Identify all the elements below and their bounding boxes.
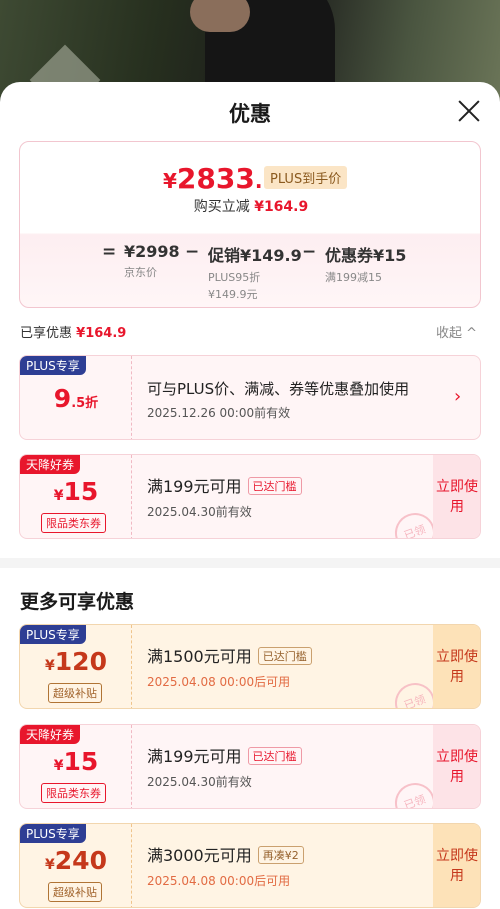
use-now-button[interactable]: 立即使用 [433,725,480,808]
card-validity: 2025.04.08 00:00后可用 [147,675,291,689]
final-price: ¥2833.1 [163,162,276,195]
close-icon[interactable] [456,98,482,124]
price-breakdown-box: ¥2833.1 PLUS到手价 购买立减 ¥164.9 = ¥2998 京东价 … [19,141,481,308]
coupon-type: 超级补贴 [48,683,102,703]
sheet-title: 优惠 [229,102,271,126]
chevron-right-icon[interactable]: › [454,386,461,407]
promo-price: 促销¥149.9 PLUS95折 ¥149.9元 [208,246,302,301]
coupon-card[interactable]: PLUS专享 ¥240 超级补贴 满3000元可用 再凑¥2 2025.04.08… [19,823,481,908]
reduce-line: 购买立减 ¥164.9 [193,199,309,215]
card-left: 天降好券 ¥15 限品类东券 [20,725,132,808]
threshold-badge: 已达门槛 [257,647,312,665]
threshold-badge: 已达门槛 [247,477,302,495]
coupon-type: 限品类东券 [41,513,106,533]
coupon-amount: ¥15 [53,747,99,776]
coupon-amount: ¥240 [45,846,107,875]
use-now-button[interactable]: 立即使用 [433,455,480,538]
card-left: PLUS专享 9.5折 [20,356,132,439]
coupon-card[interactable]: 天降好券 ¥15 限品类东券 满199元可用 已达门槛 2025.04.30前有效… [19,454,481,539]
coupon-amount: ¥120 [45,647,107,676]
coupon-price: 优惠券¥15 满199减15 [325,246,407,284]
coupon-type: 限品类东券 [41,783,106,803]
card-left: PLUS专享 ¥240 超级补贴 [20,824,132,907]
card-validity: 2025.12.26 00:00前有效 [147,406,291,420]
enjoyed-discount: 已享优惠 ¥164.9 [20,326,127,341]
threshold-badge: 再凑¥2 [257,846,304,864]
price-formula: = ¥2998 京东价 − 促销¥149.9 PLUS95折 ¥149.9元 −… [20,242,480,302]
card-left: PLUS专享 ¥120 超级补贴 [20,625,132,708]
coupon-amount: ¥15 [53,477,99,506]
plus-price-tag: PLUS到手价 [264,166,348,189]
coupon-card[interactable]: PLUS专享 ¥120 超级补贴 满1500元可用 已达门槛 2025.04.08… [19,624,481,709]
section-divider [0,558,500,568]
card-title: 满199元可用 已达门槛 [147,743,302,767]
card-validity: 2025.04.30前有效 [147,775,252,789]
discount-sheet: 优惠 ¥2833.1 PLUS到手价 购买立减 ¥164.9 = ¥2998 京… [0,82,500,909]
equals-sign: = [102,242,117,262]
coupon-tag: 天降好券 [20,725,81,744]
photo-face [190,0,250,32]
card-title: 可与PLUS价、满减、券等优惠叠加使用 [147,380,410,398]
coupon-card[interactable]: 天降好券 ¥15 限品类东券 满199元可用 已达门槛 2025.04.30前有效… [19,724,481,809]
card-title: 满3000元可用 再凑¥2 [147,842,304,866]
coupon-tag: 天降好券 [20,455,81,474]
coupon-type: 超级补贴 [48,882,102,902]
plus-tag: PLUS专享 [20,824,86,843]
discount-amount: 9.5折 [53,384,99,413]
plus-tag: PLUS专享 [20,356,86,375]
plus-discount-card[interactable]: PLUS专享 9.5折 可与PLUS价、满减、券等优惠叠加使用 2025.12.… [19,355,481,440]
card-title: 满199元可用 已达门槛 [147,473,302,497]
card-title: 满1500元可用 已达门槛 [147,643,312,667]
card-left: 天降好券 ¥15 限品类东券 [20,455,132,538]
jd-price: ¥2998 京东价 [124,242,180,279]
minus-sign: − [302,242,317,262]
minus-sign: − [185,242,200,262]
card-validity: 2025.04.30前有效 [147,505,252,519]
plus-tag: PLUS专享 [20,625,86,644]
more-offers-title: 更多可享优惠 [20,591,135,613]
collapse-button[interactable]: 收起 ^ [436,322,477,341]
threshold-badge: 已达门槛 [247,747,302,765]
use-now-button[interactable]: 立即使用 [433,824,480,907]
use-now-button[interactable]: 立即使用 [433,625,480,708]
card-validity: 2025.04.08 00:00后可用 [147,874,291,888]
